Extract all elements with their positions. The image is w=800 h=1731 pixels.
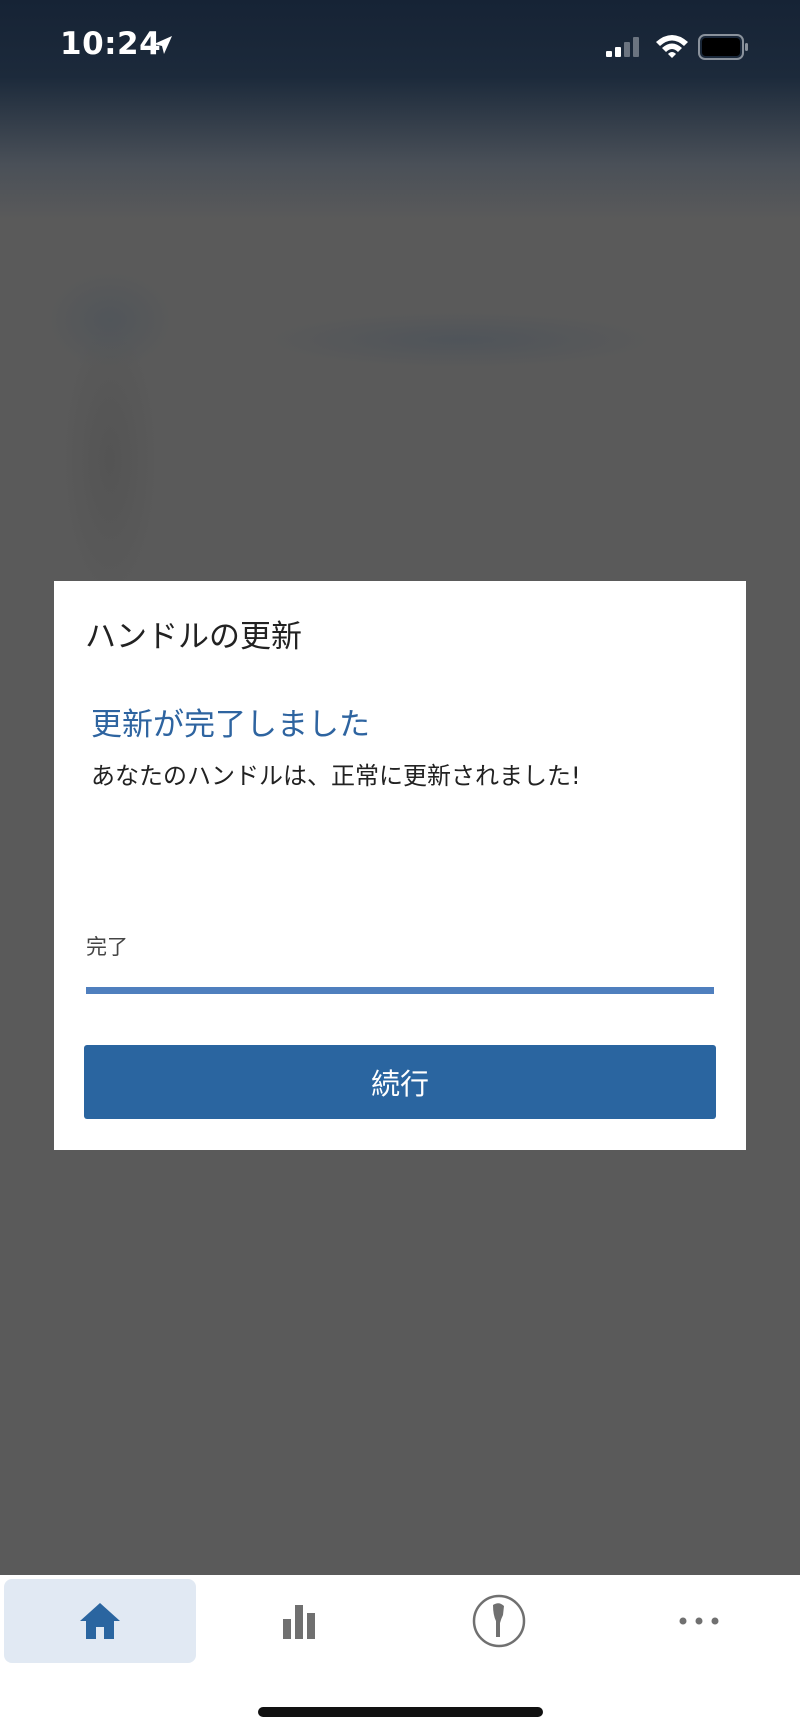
tab-more[interactable] <box>603 1579 795 1663</box>
more-icon <box>679 1617 719 1625</box>
dialog-title: ハンドルの更新 <box>85 619 302 655</box>
status-time: 10:24 <box>60 26 162 62</box>
cellular-signal-icon <box>606 37 639 57</box>
blurred-background-content <box>0 220 800 580</box>
progress-label: 完了 <box>86 935 128 959</box>
home-icon <box>80 1603 120 1639</box>
continue-button[interactable]: 続行 <box>84 1045 716 1119</box>
progress-bar <box>86 987 714 994</box>
progress-bar-fill <box>86 987 714 994</box>
toothbrush-icon <box>472 1594 526 1648</box>
status-bar: 10:24 <box>0 0 800 90</box>
success-message: あなたのハンドルは、正常に更新されました! <box>91 762 581 790</box>
handle-update-dialog: ハンドルの更新 更新が完了しました あなたのハンドルは、正常に更新されました! … <box>54 581 746 1150</box>
location-arrow-icon <box>154 36 172 54</box>
battery-icon <box>698 34 748 60</box>
bar-chart-icon <box>283 1605 315 1639</box>
tab-device[interactable] <box>403 1579 595 1663</box>
tab-home[interactable] <box>4 1579 196 1663</box>
success-heading: 更新が完了しました <box>91 707 370 743</box>
wifi-icon <box>656 35 688 58</box>
home-indicator <box>258 1707 543 1717</box>
tab-statistics[interactable] <box>203 1579 395 1663</box>
